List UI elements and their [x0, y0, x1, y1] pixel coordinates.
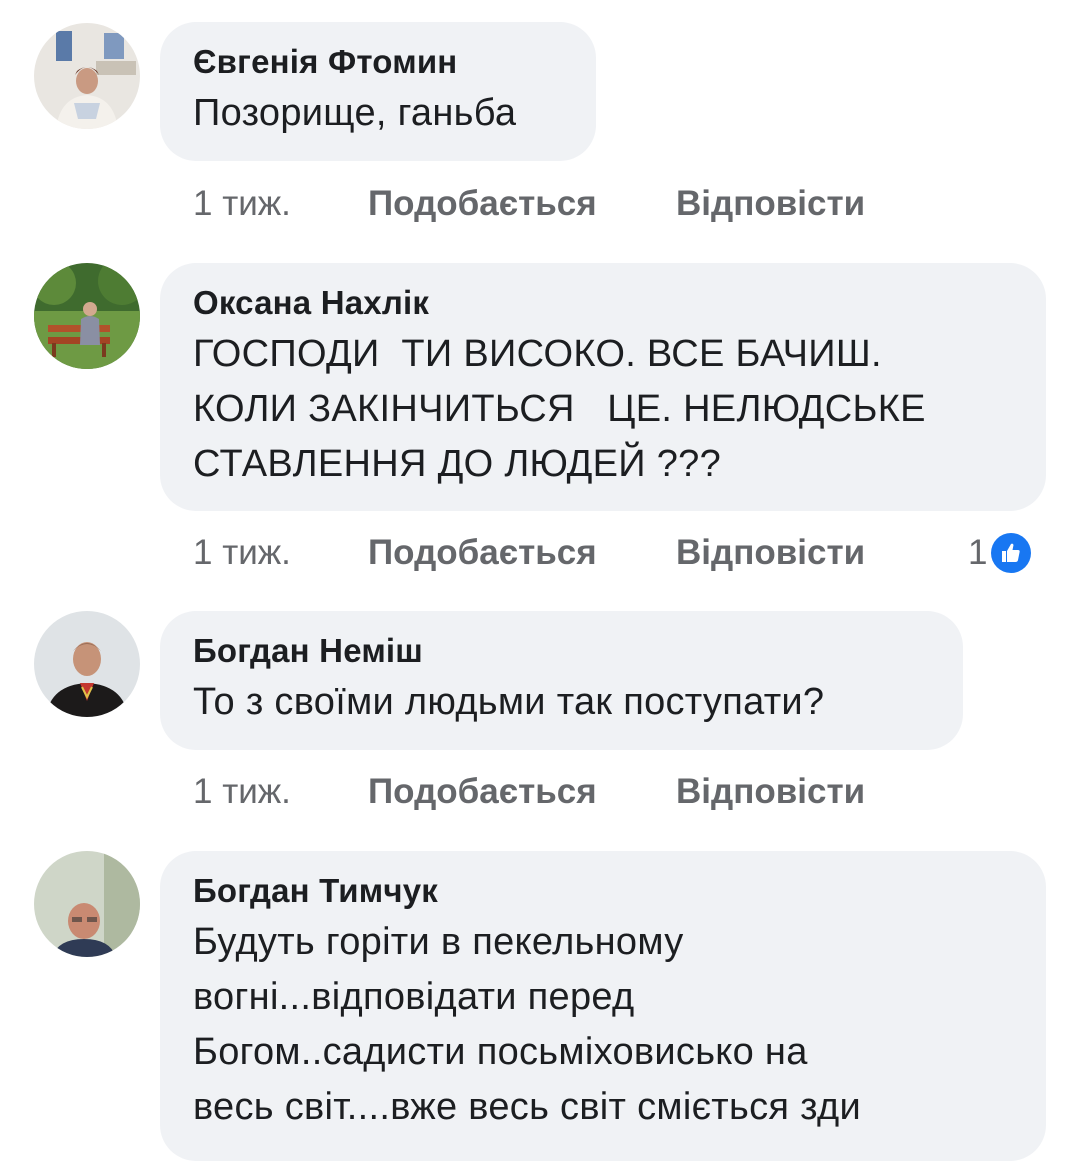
comment-actions: 1 тиж. Подобається Відповісти	[193, 772, 865, 812]
avatar[interactable]	[34, 23, 140, 129]
author-name[interactable]: Богдан Неміш	[193, 631, 931, 671]
author-name[interactable]: Богдан Тимчук	[193, 871, 1014, 911]
comment-actions: 1 тиж. Подобається Відповісти	[193, 533, 865, 573]
avatar[interactable]	[34, 851, 140, 957]
reply-button[interactable]: Відповісти	[676, 533, 865, 573]
author-name[interactable]: Оксана Нахлік	[193, 283, 1014, 323]
avatar[interactable]	[34, 263, 140, 369]
reaction-summary[interactable]: 1	[968, 533, 1032, 573]
like-button[interactable]: Подобається	[368, 184, 676, 224]
comment-text: Будуть горіти в пекельному вогні...відпо…	[193, 921, 861, 1128]
timestamp[interactable]: 1 тиж.	[193, 184, 368, 224]
like-icon	[991, 533, 1032, 573]
reaction-count: 1	[968, 533, 988, 572]
comment-bubble: Богдан Неміш То з своїми людьми так пост…	[160, 611, 963, 750]
avatar[interactable]	[34, 611, 140, 717]
reply-button[interactable]: Відповісти	[676, 772, 865, 812]
timestamp[interactable]: 1 тиж.	[193, 533, 368, 573]
comment-actions: 1 тиж. Подобається Відповісти	[193, 184, 865, 224]
comment-text: То з своїми людьми так поступати?	[193, 681, 825, 723]
reply-button[interactable]: Відповісти	[676, 184, 865, 224]
comment-bubble: Богдан Тимчук Будуть горіти в пекельному…	[160, 851, 1046, 1161]
comment-bubble: Євгенія Фтомин Позорище, ганьба	[160, 22, 596, 161]
comment-text: Позорище, ганьба	[193, 92, 517, 134]
comment-bubble: Оксана Нахлік ГОСПОДИ ТИ ВИСОКО. ВСЕ БАЧ…	[160, 263, 1046, 511]
timestamp[interactable]: 1 тиж.	[193, 772, 368, 812]
comment-text: ГОСПОДИ ТИ ВИСОКО. ВСЕ БАЧИШ. КОЛИ ЗАКІН…	[193, 333, 926, 485]
author-name[interactable]: Євгенія Фтомин	[193, 42, 564, 82]
like-button[interactable]: Подобається	[368, 533, 676, 573]
like-button[interactable]: Подобається	[368, 772, 676, 812]
